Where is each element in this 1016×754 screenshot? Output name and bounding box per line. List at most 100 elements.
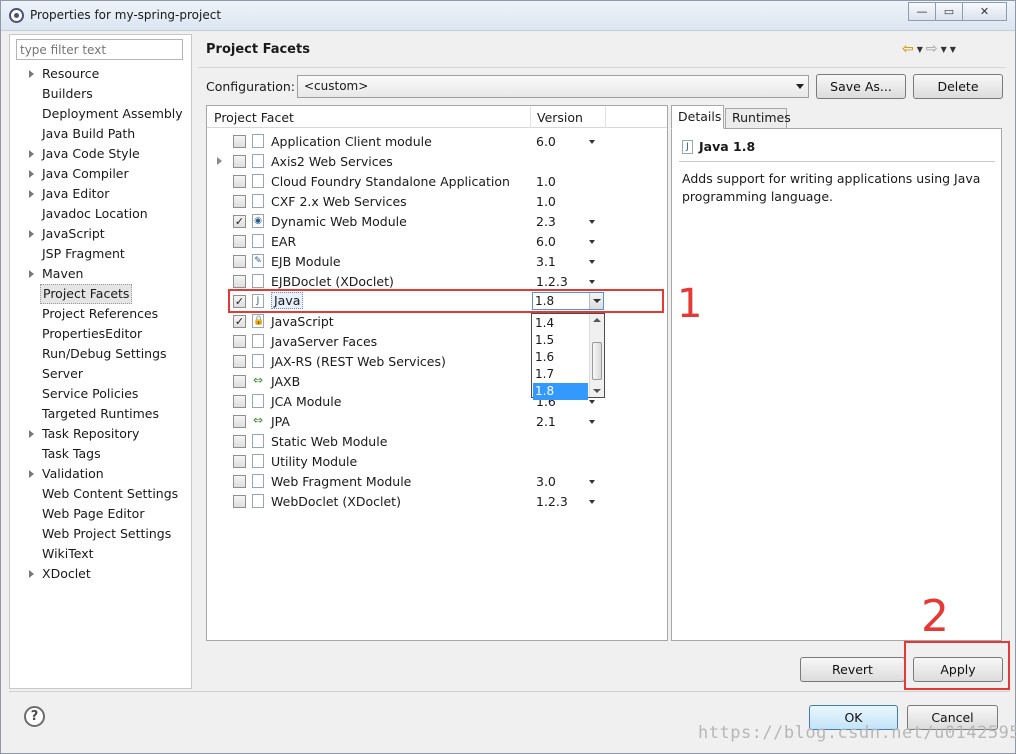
facet-row[interactable]: Web Fragment Module 3.0 <box>207 471 667 491</box>
facet-checkbox[interactable] <box>233 275 246 288</box>
forward-arrow-icon[interactable]: ⇨ <box>926 41 938 57</box>
facet-checkbox[interactable] <box>233 135 246 148</box>
expand-arrow-icon[interactable] <box>27 224 35 244</box>
sidebar-item[interactable]: Task Tags <box>40 444 103 464</box>
facet-version[interactable]: 3.0 <box>536 474 556 489</box>
facet-checkbox[interactable] <box>233 355 246 368</box>
tab-details[interactable]: Details <box>671 105 724 129</box>
facet-row[interactable]: Cloud Foundry Standalone Application 1.0 <box>207 171 667 191</box>
facet-row[interactable]: ⇔ JPA 2.1 <box>207 411 667 431</box>
facet-checkbox[interactable] <box>233 235 246 248</box>
sidebar-item[interactable]: Java Compiler <box>40 164 131 184</box>
expand-arrow-icon[interactable] <box>217 157 222 165</box>
version-option[interactable]: 1.6 <box>533 349 588 366</box>
sidebar-item[interactable]: Builders <box>40 84 95 104</box>
chevron-down-icon[interactable] <box>589 480 595 484</box>
chevron-down-icon[interactable] <box>589 420 595 424</box>
filter-input[interactable] <box>16 39 183 60</box>
sidebar-item[interactable]: Validation <box>40 464 106 484</box>
chevron-down-icon[interactable] <box>589 240 595 244</box>
facet-row[interactable]: Axis2 Web Services <box>207 151 667 171</box>
sidebar-item[interactable]: Project Facets <box>40 284 133 304</box>
sidebar-item[interactable]: Web Page Editor <box>40 504 146 524</box>
back-arrow-icon[interactable]: ⇦ <box>902 41 914 57</box>
expand-arrow-icon[interactable] <box>27 184 35 204</box>
chevron-down-icon[interactable] <box>589 220 595 224</box>
expand-arrow-icon[interactable] <box>27 264 35 284</box>
facet-row[interactable]: EJBDoclet (XDoclet) 1.2.3 <box>207 271 667 291</box>
facet-checkbox[interactable] <box>233 175 246 188</box>
column-header-facet[interactable]: Project Facet <box>214 110 294 125</box>
expand-arrow-icon[interactable] <box>27 164 35 184</box>
facet-version[interactable]: 6.0 <box>536 234 556 249</box>
sidebar-item[interactable]: Resource <box>40 64 101 84</box>
help-icon[interactable]: ? <box>24 706 45 727</box>
scroll-up-icon[interactable] <box>593 318 601 322</box>
sidebar-item[interactable]: Java Build Path <box>40 124 137 144</box>
expand-arrow-icon[interactable] <box>27 64 35 84</box>
facet-checkbox[interactable] <box>233 195 246 208</box>
sidebar-item[interactable]: Maven <box>40 264 85 284</box>
facet-checkbox[interactable] <box>233 255 246 268</box>
sidebar-item[interactable]: Deployment Assembly <box>40 104 185 124</box>
revert-button[interactable]: Revert <box>800 657 905 682</box>
sidebar-item[interactable]: Service Policies <box>40 384 140 404</box>
version-option[interactable]: 1.7 <box>533 366 588 383</box>
expand-arrow-icon[interactable] <box>27 464 35 484</box>
facet-row[interactable]: WebDoclet (XDoclet) 1.2.3 <box>207 491 667 511</box>
sidebar-item[interactable]: Targeted Runtimes <box>40 404 161 424</box>
facet-version[interactable]: 3.1 <box>536 254 556 269</box>
facet-version[interactable]: 1.0 <box>536 174 556 189</box>
facet-row[interactable]: ✓ ◉ Dynamic Web Module 2.3 <box>207 211 667 231</box>
sidebar-item[interactable]: Web Content Settings <box>40 484 180 504</box>
facet-row[interactable]: Utility Module <box>207 451 667 471</box>
facet-row[interactable]: Static Web Module <box>207 431 667 451</box>
facet-version[interactable]: 2.1 <box>536 414 556 429</box>
facet-checkbox[interactable]: ✓ <box>233 215 246 228</box>
version-option[interactable]: 1.8 <box>533 383 588 400</box>
facet-version[interactable]: 1.2.3 <box>536 494 568 509</box>
maximize-button[interactable]: ▭ <box>935 2 963 21</box>
close-button[interactable]: ✕ <box>962 2 1007 21</box>
facet-checkbox[interactable]: ✓ <box>233 315 246 328</box>
chevron-down-icon[interactable] <box>589 260 595 264</box>
facet-checkbox[interactable] <box>233 415 246 428</box>
facet-row[interactable]: ✎ EJB Module 3.1 <box>207 251 667 271</box>
sidebar-item[interactable]: Run/Debug Settings <box>40 344 169 364</box>
sidebar-item[interactable]: Java Code Style <box>40 144 142 164</box>
column-header-version[interactable]: Version <box>537 110 583 125</box>
tab-runtimes[interactable]: Runtimes <box>725 108 791 129</box>
facet-version[interactable]: 2.3 <box>536 214 556 229</box>
facet-row[interactable]: CXF 2.x Web Services 1.0 <box>207 191 667 211</box>
delete-button[interactable]: Delete <box>913 74 1003 99</box>
sidebar-item[interactable]: Project References <box>40 304 160 324</box>
forward-menu-icon[interactable]: ▼ <box>941 45 947 54</box>
chevron-down-icon[interactable] <box>589 500 595 504</box>
facet-checkbox[interactable] <box>233 375 246 388</box>
chevron-down-icon[interactable] <box>589 280 595 284</box>
expand-arrow-icon[interactable] <box>27 424 35 444</box>
version-option[interactable]: 1.5 <box>533 332 588 349</box>
sidebar-item[interactable]: PropertiesEditor <box>40 324 144 344</box>
sidebar-item[interactable]: Web Project Settings <box>40 524 173 544</box>
sidebar-item[interactable]: Javadoc Location <box>40 204 150 224</box>
back-menu-icon[interactable]: ▼ <box>917 45 923 54</box>
facet-row[interactable]: Application Client module 6.0 <box>207 131 667 151</box>
facet-checkbox[interactable] <box>233 435 246 448</box>
view-menu-icon[interactable]: ▼ <box>950 45 956 54</box>
sidebar-item[interactable]: Task Repository <box>40 424 141 444</box>
save-as-button[interactable]: Save As... <box>816 74 906 99</box>
facet-version[interactable]: 1.2.3 <box>536 274 568 289</box>
version-option[interactable]: 1.4 <box>533 315 588 332</box>
expand-arrow-icon[interactable] <box>27 564 35 584</box>
facet-checkbox[interactable] <box>233 475 246 488</box>
scroll-thumb[interactable] <box>592 342 602 380</box>
sidebar-item[interactable]: WikiText <box>40 544 96 564</box>
facet-checkbox[interactable] <box>233 395 246 408</box>
sidebar-item[interactable]: XDoclet <box>40 564 93 584</box>
configuration-select[interactable]: <custom> <box>297 75 809 98</box>
facet-checkbox[interactable] <box>233 335 246 348</box>
scroll-down-icon[interactable] <box>593 389 601 393</box>
sidebar-item[interactable]: Java Editor <box>40 184 111 204</box>
expand-arrow-icon[interactable] <box>27 144 35 164</box>
